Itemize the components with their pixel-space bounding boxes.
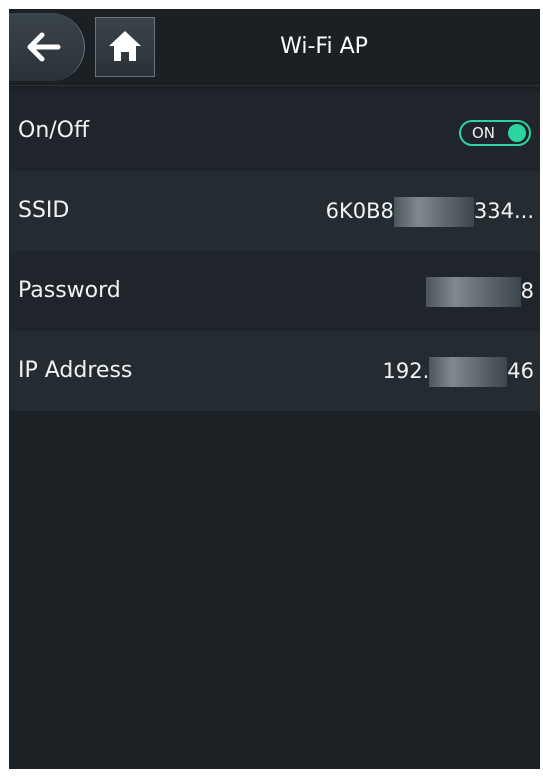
ssid-value-prefix: 6K0B8	[325, 199, 394, 223]
password-value: 8	[425, 251, 534, 331]
ip-address-row[interactable]: IP Address 192. 46	[9, 331, 540, 411]
ssid-value-suffix: 334...	[473, 199, 534, 223]
onoff-toggle[interactable]: ON	[459, 120, 531, 146]
ip-value-prefix: 192.	[382, 359, 430, 383]
ip-value-suffix: 46	[507, 359, 534, 383]
password-row[interactable]: Password 8	[9, 251, 540, 331]
device-screen: Wi-Fi AP On/Off ON SSID 6K0B8 334... Pass…	[9, 9, 540, 769]
back-button[interactable]	[9, 13, 85, 81]
redacted-block	[429, 357, 508, 387]
ip-address-label: IP Address	[18, 358, 133, 383]
ssid-row[interactable]: SSID 6K0B8 334...	[9, 171, 540, 251]
toggle-state-text: ON	[472, 124, 496, 142]
ip-address-value: 192. 46	[382, 331, 534, 411]
onoff-label: On/Off	[18, 118, 90, 143]
page-title: Wi-Fi AP	[280, 34, 368, 59]
arrow-left-icon	[27, 32, 61, 62]
header-bar: Wi-Fi AP	[9, 9, 540, 86]
redacted-block	[425, 277, 521, 307]
ssid-value: 6K0B8 334...	[326, 171, 534, 251]
ssid-label: SSID	[18, 198, 70, 223]
password-value-suffix: 8	[520, 279, 534, 303]
toggle-knob	[508, 124, 526, 142]
home-icon	[109, 31, 141, 61]
password-label: Password	[18, 278, 121, 303]
onoff-row[interactable]: On/Off ON	[9, 91, 540, 171]
home-button[interactable]	[95, 17, 155, 77]
redacted-block	[393, 197, 474, 227]
